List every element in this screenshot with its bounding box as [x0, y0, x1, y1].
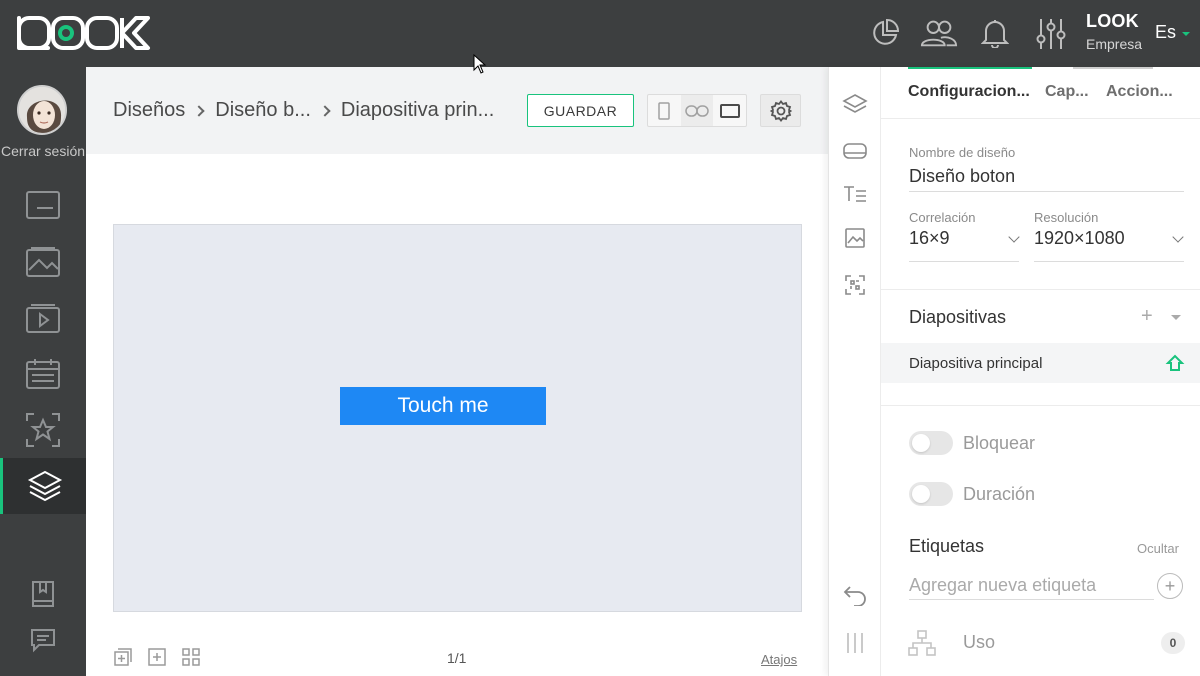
landscape-icon[interactable]: [713, 95, 746, 126]
gear-icon[interactable]: [760, 94, 801, 127]
lock-toggle[interactable]: [909, 431, 953, 455]
grid-icon[interactable]: [181, 647, 201, 667]
user-company: Empresa: [1086, 36, 1143, 52]
portrait-icon[interactable]: [648, 95, 681, 126]
user-menu[interactable]: LOOK Empresa: [1086, 11, 1142, 52]
tag-input[interactable]: [909, 572, 1154, 600]
chevron-right-icon: [319, 104, 331, 117]
mouse-cursor-icon: [473, 54, 487, 74]
active-tab-indicator: [908, 67, 1032, 69]
divider: [881, 405, 1200, 406]
slide-canvas[interactable]: Touch me: [113, 224, 802, 612]
pie-chart-icon[interactable]: [866, 14, 904, 52]
slide-name: Diapositiva principal: [909, 355, 1043, 372]
favorites-icon[interactable]: [0, 402, 86, 458]
user-name: LOOK: [1086, 11, 1139, 31]
playlist-icon[interactable]: [0, 290, 86, 346]
design-name-underline: [909, 191, 1184, 192]
language-selector[interactable]: Es: [1155, 22, 1176, 43]
add-tag-icon[interactable]: +: [1157, 573, 1183, 599]
shortcuts-link[interactable]: Atajos: [761, 652, 797, 667]
design-name-label: Nombre de diseño: [909, 145, 1016, 160]
ratio-select[interactable]: 16×9: [909, 228, 950, 249]
layers-icon[interactable]: [841, 91, 869, 119]
add-slide-icon[interactable]: [147, 647, 167, 667]
list-item[interactable]: Diapositiva principal: [881, 343, 1200, 383]
chat-icon[interactable]: [0, 612, 86, 668]
image-element-icon[interactable]: [841, 224, 869, 252]
hide-tags-link[interactable]: Ocultar: [1137, 541, 1179, 556]
tab-indicator: [1073, 67, 1153, 69]
home-icon[interactable]: [1165, 353, 1185, 373]
screens-icon[interactable]: [0, 178, 86, 234]
bell-icon[interactable]: [976, 14, 1014, 52]
qr-code-icon[interactable]: [841, 271, 869, 299]
ratio-underline: [909, 261, 1019, 262]
lock-label: Bloquear: [963, 433, 1036, 453]
duration-toggle[interactable]: [909, 482, 953, 506]
caret-down-icon[interactable]: [1171, 315, 1181, 320]
look-logo[interactable]: [16, 14, 152, 52]
panel-tabs: Configuracion... Cap... Accion...: [881, 67, 1200, 119]
touch-me-button[interactable]: Touch me: [340, 387, 546, 425]
editor-main: Diseños Diseño b... Diapositiva prin... …: [86, 67, 828, 676]
divider: [881, 289, 1200, 290]
language-caret-icon[interactable]: [1182, 32, 1190, 36]
slides-title: Diapositivas: [909, 307, 1007, 327]
chevron-down-icon[interactable]: [1008, 231, 1020, 243]
chevron-right-icon: [193, 104, 205, 117]
link-icon[interactable]: [680, 95, 714, 126]
avatar[interactable]: [17, 85, 67, 135]
add-slide-plus-icon[interactable]: +: [1141, 305, 1153, 328]
tab-configuracion[interactable]: Configuracion...: [908, 83, 1030, 101]
images-icon[interactable]: [0, 234, 86, 290]
usage-label: Uso: [963, 632, 996, 652]
undo-icon[interactable]: [841, 581, 869, 609]
breadcrumb-design[interactable]: Diseño b...: [215, 99, 311, 122]
canvas-tools: [113, 647, 201, 667]
hierarchy-icon: [908, 630, 936, 656]
resolution-select[interactable]: 1920×1080: [1034, 228, 1125, 249]
duplicate-slide-icon[interactable]: [113, 647, 133, 667]
designs-icon[interactable]: [0, 458, 86, 514]
button-element-icon[interactable]: [841, 137, 869, 165]
sliders-icon[interactable]: [1032, 14, 1070, 52]
properties-panel: Configuracion... Cap... Accion... Nombre…: [828, 67, 1200, 676]
logout-link[interactable]: Cerrar sesión: [0, 143, 86, 159]
tags-title: Etiquetas: [909, 536, 985, 556]
tool-rail: [829, 67, 881, 676]
users-icon[interactable]: [920, 14, 958, 52]
resolution-label: Resolución: [1034, 210, 1099, 225]
breadcrumb: Diseños Diseño b... Diapositiva prin...: [113, 99, 494, 122]
top-bar: LOOK Empresa Es: [0, 0, 1200, 67]
calendar-icon[interactable]: [0, 346, 86, 402]
tab-acciones[interactable]: Accion...: [1106, 83, 1173, 101]
chevron-down-icon[interactable]: [1172, 231, 1184, 243]
text-element-icon[interactable]: [841, 180, 869, 208]
resolution-underline: [1034, 261, 1184, 262]
tab-capas[interactable]: Cap...: [1045, 83, 1089, 101]
orientation-toggle: [647, 94, 747, 127]
ratio-label: Correlación: [909, 210, 976, 225]
page-count: 1/1: [447, 650, 467, 666]
design-name-field[interactable]: Diseño boton: [909, 166, 1015, 187]
drag-handle-icon[interactable]: [841, 629, 869, 657]
breadcrumb-designs[interactable]: Diseños: [113, 99, 185, 122]
save-button[interactable]: GUARDAR: [527, 94, 634, 127]
left-sidebar: Cerrar sesión: [0, 67, 86, 676]
breadcrumb-slide[interactable]: Diapositiva prin...: [341, 99, 494, 122]
duration-label: Duración: [963, 484, 1036, 504]
usage-count-badge: 0: [1161, 632, 1185, 654]
editor-toolbar: Diseños Diseño b... Diapositiva prin... …: [86, 67, 828, 154]
